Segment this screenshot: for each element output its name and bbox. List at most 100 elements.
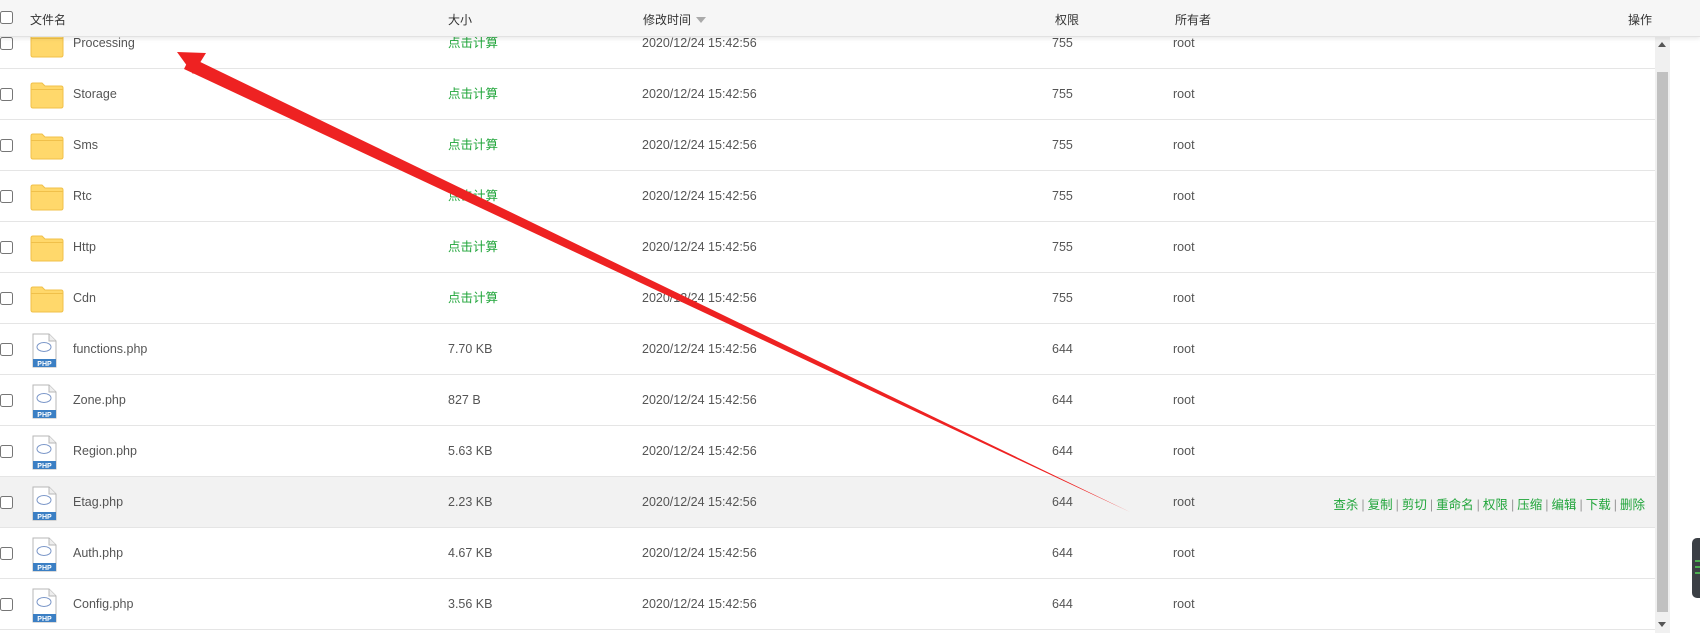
file-name[interactable]: Sms bbox=[73, 137, 98, 153]
folder-row[interactable]: Sms 点击计算 2020/12/24 15:42:56 755 root bbox=[0, 120, 1655, 171]
action-link[interactable]: 权限 bbox=[1483, 498, 1508, 512]
action-link[interactable]: 下载 bbox=[1586, 498, 1611, 512]
action-link[interactable]: 查杀 bbox=[1333, 498, 1358, 512]
row-checkbox[interactable] bbox=[0, 292, 13, 305]
owner[interactable]: root bbox=[1173, 545, 1195, 561]
header-size[interactable]: 大小 bbox=[448, 11, 472, 28]
permission[interactable]: 755 bbox=[1052, 35, 1073, 51]
permission[interactable]: 755 bbox=[1052, 137, 1073, 153]
header-owner[interactable]: 所有者 bbox=[1175, 11, 1211, 28]
vertical-scrollbar[interactable] bbox=[1655, 36, 1670, 633]
permission[interactable]: 755 bbox=[1052, 239, 1073, 255]
row-checkbox[interactable] bbox=[0, 37, 13, 50]
folder-row[interactable]: Storage 点击计算 2020/12/24 15:42:56 755 root bbox=[0, 69, 1655, 120]
owner[interactable]: root bbox=[1173, 239, 1195, 255]
php-icon-label: PHP bbox=[37, 514, 52, 521]
folder-row[interactable]: Http 点击计算 2020/12/24 15:42:56 755 root bbox=[0, 222, 1655, 273]
php-file-icon[interactable]: PHP bbox=[30, 333, 58, 372]
file-name[interactable]: Processing bbox=[73, 35, 135, 51]
side-tool-widget[interactable] bbox=[1692, 538, 1700, 598]
file-name[interactable]: Cdn bbox=[73, 290, 96, 306]
permission[interactable]: 644 bbox=[1052, 392, 1073, 408]
owner[interactable]: root bbox=[1173, 290, 1195, 306]
folder-icon[interactable] bbox=[30, 81, 64, 112]
file-row[interactable]: PHP Etag.php 2.23 KB 2020/12/24 15:42:56 644… bbox=[0, 477, 1655, 528]
calc-size-link[interactable]: 点击计算 bbox=[448, 239, 498, 255]
row-checkbox[interactable] bbox=[0, 496, 13, 509]
action-link[interactable]: 重命名 bbox=[1436, 498, 1474, 512]
owner[interactable]: root bbox=[1173, 494, 1195, 510]
permission[interactable]: 644 bbox=[1052, 443, 1073, 459]
file-name[interactable]: Etag.php bbox=[73, 494, 123, 510]
file-name[interactable]: Http bbox=[73, 239, 96, 255]
folder-icon[interactable] bbox=[30, 285, 64, 316]
php-file-icon[interactable]: PHP bbox=[30, 384, 58, 423]
scroll-down-icon[interactable] bbox=[1658, 622, 1666, 627]
permission[interactable]: 644 bbox=[1052, 494, 1073, 510]
permission[interactable]: 644 bbox=[1052, 596, 1073, 612]
file-name[interactable]: Config.php bbox=[73, 596, 133, 612]
owner[interactable]: root bbox=[1173, 596, 1195, 612]
php-file-icon[interactable]: PHP bbox=[30, 486, 58, 525]
calc-size-link[interactable]: 点击计算 bbox=[448, 137, 498, 153]
php-icon-label: PHP bbox=[37, 412, 52, 419]
file-name[interactable]: Region.php bbox=[73, 443, 137, 459]
row-checkbox[interactable] bbox=[0, 343, 13, 356]
folder-icon[interactable] bbox=[30, 234, 64, 265]
permission[interactable]: 644 bbox=[1052, 545, 1073, 561]
folder-row[interactable]: Cdn 点击计算 2020/12/24 15:42:56 755 root bbox=[0, 273, 1655, 324]
calc-size-link[interactable]: 点击计算 bbox=[448, 188, 498, 204]
file-row[interactable]: PHP Zone.php 827 B 2020/12/24 15:42:56 644 ro… bbox=[0, 375, 1655, 426]
owner[interactable]: root bbox=[1173, 443, 1195, 459]
action-link[interactable]: 删除 bbox=[1620, 498, 1645, 512]
file-name[interactable]: Storage bbox=[73, 86, 117, 102]
owner[interactable]: root bbox=[1173, 188, 1195, 204]
row-checkbox[interactable] bbox=[0, 394, 13, 407]
file-name[interactable]: functions.php bbox=[73, 341, 147, 357]
php-file-icon[interactable]: PHP bbox=[30, 537, 58, 576]
folder-icon[interactable] bbox=[30, 132, 64, 163]
calc-size-link[interactable]: 点击计算 bbox=[448, 290, 498, 306]
header-name[interactable]: 文件名 bbox=[30, 11, 66, 28]
calc-size-link[interactable]: 点击计算 bbox=[448, 86, 498, 102]
file-list-header: 文件名 大小 修改时间 权限 所有者 操作 bbox=[0, 0, 1700, 37]
scroll-up-icon[interactable] bbox=[1658, 42, 1666, 47]
php-file-icon[interactable]: PHP bbox=[30, 435, 58, 474]
permission[interactable]: 755 bbox=[1052, 86, 1073, 102]
owner[interactable]: root bbox=[1173, 137, 1195, 153]
action-link[interactable]: 剪切 bbox=[1402, 498, 1427, 512]
permission[interactable]: 644 bbox=[1052, 341, 1073, 357]
owner[interactable]: root bbox=[1173, 86, 1195, 102]
row-checkbox[interactable] bbox=[0, 241, 13, 254]
calc-size-link[interactable]: 点击计算 bbox=[448, 35, 498, 51]
permission[interactable]: 755 bbox=[1052, 188, 1073, 204]
file-row[interactable]: PHP functions.php 7.70 KB 2020/12/24 15:42:… bbox=[0, 324, 1655, 375]
row-checkbox[interactable] bbox=[0, 547, 13, 560]
row-checkbox[interactable] bbox=[0, 190, 13, 203]
action-link[interactable]: 复制 bbox=[1368, 498, 1393, 512]
permission[interactable]: 755 bbox=[1052, 290, 1073, 306]
action-link[interactable]: 压缩 bbox=[1517, 498, 1542, 512]
owner[interactable]: root bbox=[1173, 341, 1195, 357]
scrollbar-thumb[interactable] bbox=[1657, 72, 1668, 612]
row-checkbox[interactable] bbox=[0, 445, 13, 458]
file-row[interactable]: PHP Config.php 3.56 KB 2020/12/24 15:42:56 6… bbox=[0, 579, 1655, 630]
owner[interactable]: root bbox=[1173, 35, 1195, 51]
file-name[interactable]: Zone.php bbox=[73, 392, 126, 408]
row-checkbox[interactable] bbox=[0, 88, 13, 101]
owner[interactable]: root bbox=[1173, 392, 1195, 408]
header-mtime[interactable]: 修改时间 bbox=[643, 11, 707, 28]
row-checkbox[interactable] bbox=[0, 598, 13, 611]
folder-row[interactable]: Rtc 点击计算 2020/12/24 15:42:56 755 root bbox=[0, 171, 1655, 222]
row-checkbox[interactable] bbox=[0, 139, 13, 152]
folder-icon[interactable] bbox=[30, 183, 64, 214]
file-row[interactable]: PHP Auth.php 4.67 KB 2020/12/24 15:42:56 644… bbox=[0, 528, 1655, 579]
header-permission[interactable]: 权限 bbox=[1055, 11, 1079, 28]
file-name[interactable]: Auth.php bbox=[73, 545, 123, 561]
select-all-checkbox[interactable] bbox=[0, 11, 13, 24]
action-link[interactable]: 编辑 bbox=[1551, 498, 1576, 512]
file-row[interactable]: PHP Region.php 5.63 KB 2020/12/24 15:42:56 6… bbox=[0, 426, 1655, 477]
file-name[interactable]: Rtc bbox=[73, 188, 92, 204]
php-file-icon[interactable]: PHP bbox=[30, 588, 58, 627]
file-size: 7.70 KB bbox=[448, 342, 493, 356]
